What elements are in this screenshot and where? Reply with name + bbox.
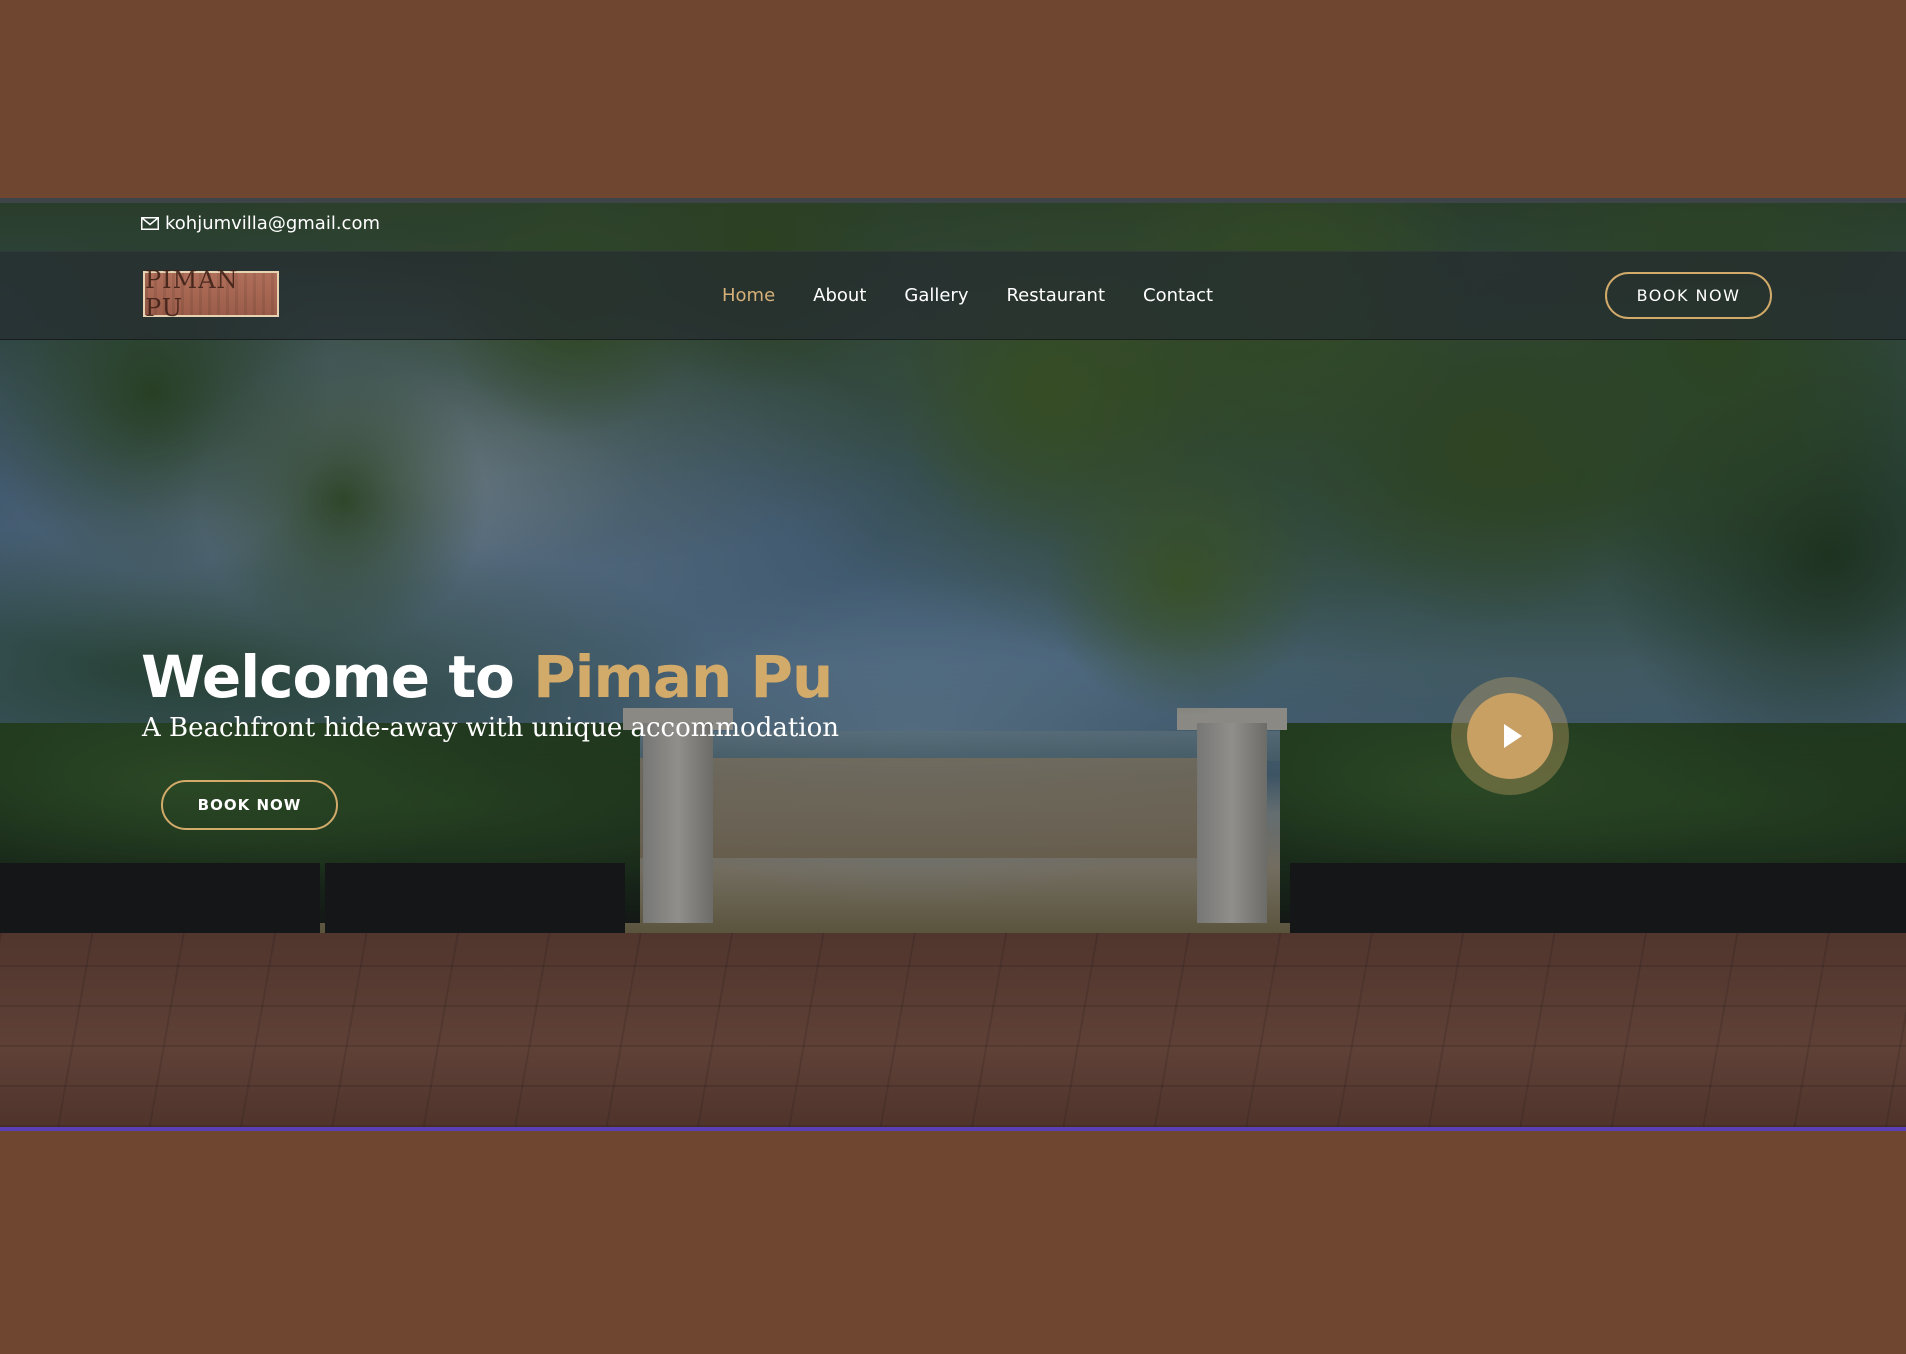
site-logo[interactable]: PIMAN PU bbox=[143, 266, 279, 322]
nav-item-gallery[interactable]: Gallery bbox=[904, 285, 968, 306]
hero-title-prefix: Welcome to bbox=[141, 643, 534, 711]
nav-item-restaurant[interactable]: Restaurant bbox=[1006, 285, 1105, 306]
main-nav: Home About Gallery Restaurant Contact bbox=[722, 251, 1213, 339]
nav-item-about[interactable]: About bbox=[813, 285, 866, 306]
hero-title-accent: Piman Pu bbox=[533, 643, 833, 711]
envelope-icon bbox=[141, 217, 159, 230]
hero-subtitle: A Beachfront hide-away with unique accom… bbox=[142, 713, 840, 743]
nav-item-contact[interactable]: Contact bbox=[1143, 285, 1213, 306]
top-bar: kohjumvilla@gmail.com bbox=[0, 203, 1906, 252]
site-header: PIMAN PU Home About Gallery Restaurant C… bbox=[0, 251, 1906, 340]
nav-item-home[interactable]: Home bbox=[722, 285, 775, 306]
play-icon bbox=[1503, 724, 1522, 748]
website-frame: kohjumvilla@gmail.com PIMAN PU Home Abou… bbox=[0, 198, 1906, 1131]
header-book-now-button[interactable]: BOOK NOW bbox=[1605, 272, 1772, 319]
hero-title: Welcome to Piman Pu bbox=[141, 643, 833, 711]
video-play-button[interactable] bbox=[1451, 677, 1569, 795]
email-text: kohjumvilla@gmail.com bbox=[165, 213, 380, 234]
play-button-circle bbox=[1467, 693, 1553, 779]
logo-text: PIMAN PU bbox=[145, 266, 239, 322]
email-link[interactable]: kohjumvilla@gmail.com bbox=[141, 213, 380, 234]
hero-book-now-button[interactable]: BOOK NOW bbox=[161, 780, 338, 830]
